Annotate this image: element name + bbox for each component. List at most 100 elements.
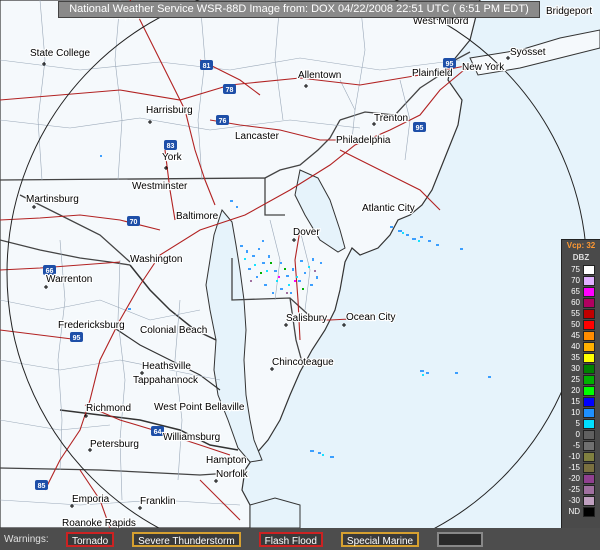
legend-level-label: -15 bbox=[568, 463, 580, 472]
svg-text:Warrenton: Warrenton bbox=[46, 274, 92, 285]
legend-level-label: -30 bbox=[568, 496, 580, 505]
legend-color-swatch bbox=[583, 341, 595, 352]
legend-level-label: 25 bbox=[571, 375, 580, 384]
legend-color-swatch bbox=[583, 451, 595, 462]
legend-color-swatch bbox=[583, 407, 595, 418]
svg-text:Norfolk: Norfolk bbox=[216, 469, 249, 480]
city-marker: Philadelphia bbox=[335, 134, 392, 147]
city-marker: Salisbury bbox=[285, 312, 328, 325]
legend-level: 65 bbox=[562, 286, 600, 297]
city-marker: Syosset bbox=[509, 46, 547, 59]
tornado-warning-button[interactable]: Tornado bbox=[66, 531, 115, 547]
svg-text:Lancaster: Lancaster bbox=[235, 131, 280, 142]
svg-text:Martinsburg: Martinsburg bbox=[26, 194, 79, 205]
city-marker: Trenton bbox=[373, 112, 409, 125]
svg-text:85: 85 bbox=[38, 483, 46, 490]
blank-warning-button[interactable] bbox=[437, 531, 484, 547]
legend-level-label: 40 bbox=[571, 342, 580, 351]
svg-text:Heathsville: Heathsville bbox=[142, 361, 191, 372]
legend-level: 5 bbox=[562, 418, 600, 429]
city-marker: Hampton bbox=[205, 454, 248, 467]
svg-text:Harrisburg: Harrisburg bbox=[146, 105, 193, 116]
legend-level: 45 bbox=[562, 330, 600, 341]
highway-shield: 78 bbox=[223, 84, 236, 94]
legend-level-label: 30 bbox=[571, 364, 580, 373]
legend-color-swatch bbox=[583, 297, 595, 308]
city-marker: Roanoke Rapids bbox=[61, 517, 137, 528]
legend-color-swatch bbox=[583, 264, 595, 275]
highway-shield: 95 bbox=[70, 332, 83, 342]
svg-text:Syosset: Syosset bbox=[510, 47, 546, 58]
city-marker: Plainfield bbox=[411, 67, 454, 80]
severe-thunderstorm-warning-button[interactable]: Severe Thunderstorm bbox=[132, 531, 241, 547]
city-marker: Emporia bbox=[71, 493, 111, 506]
city-marker: Norfolk bbox=[215, 468, 250, 481]
svg-text:95: 95 bbox=[416, 125, 424, 132]
legend-color-swatch bbox=[583, 429, 595, 440]
legend-color-swatch bbox=[583, 495, 595, 506]
city-marker: York bbox=[161, 151, 184, 164]
svg-text:Baltimore: Baltimore bbox=[176, 211, 219, 222]
legend-color-swatch bbox=[583, 385, 595, 396]
city-marker: Heathsville bbox=[141, 360, 193, 373]
legend-level: ND bbox=[562, 506, 600, 517]
svg-text:Dover: Dover bbox=[293, 227, 320, 238]
legend-level: 50 bbox=[562, 319, 600, 330]
svg-text:Ocean City: Ocean City bbox=[346, 312, 395, 323]
svg-text:Williamsburg: Williamsburg bbox=[163, 432, 220, 443]
svg-text:West Point: West Point bbox=[154, 402, 202, 413]
svg-text:Bellaville: Bellaville bbox=[205, 402, 245, 413]
legend-level: -10 bbox=[562, 451, 600, 462]
radar-viewer: 81 78 76 95 83 70 66 95 64 95 85 Black H… bbox=[0, 0, 600, 550]
legend-color-swatch bbox=[583, 286, 595, 297]
svg-text:York: York bbox=[162, 152, 183, 163]
highway-shield: 95 bbox=[413, 122, 426, 132]
svg-text:95: 95 bbox=[446, 61, 454, 68]
legend-level: 25 bbox=[562, 374, 600, 385]
svg-text:Plainfield: Plainfield bbox=[412, 68, 453, 79]
svg-text:Allentown: Allentown bbox=[298, 70, 341, 81]
legend-level-label: 60 bbox=[571, 298, 580, 307]
svg-text:70: 70 bbox=[130, 219, 138, 226]
legend-level: -15 bbox=[562, 462, 600, 473]
city-marker: Richmond bbox=[85, 402, 132, 415]
city-marker: Petersburg bbox=[89, 438, 140, 451]
legend-unit: DBZ bbox=[572, 253, 590, 262]
svg-text:76: 76 bbox=[219, 118, 227, 125]
legend-level-label: 20 bbox=[571, 386, 580, 395]
legend-level-label: 70 bbox=[571, 276, 580, 285]
legend-level: -30 bbox=[562, 495, 600, 506]
svg-text:Salisbury: Salisbury bbox=[286, 313, 327, 324]
svg-text:Bridgeport: Bridgeport bbox=[546, 6, 592, 17]
legend-level-label: 45 bbox=[571, 331, 580, 340]
legend-color-swatch bbox=[583, 330, 595, 341]
warnings-bar: Warnings: Tornado Severe Thunderstorm Fl… bbox=[0, 528, 600, 550]
legend-level-label: -10 bbox=[568, 452, 580, 461]
city-marker: Bridgeport bbox=[545, 5, 594, 18]
svg-text:Emporia: Emporia bbox=[72, 494, 110, 505]
legend-level-label: 55 bbox=[571, 309, 580, 318]
svg-text:Trenton: Trenton bbox=[374, 113, 408, 124]
legend-level: 40 bbox=[562, 341, 600, 352]
svg-text:Richmond: Richmond bbox=[86, 403, 131, 414]
radar-map[interactable]: 81 78 76 95 83 70 66 95 64 95 85 Black H… bbox=[0, 0, 600, 528]
legend-color-swatch bbox=[583, 473, 595, 484]
legend-level: 55 bbox=[562, 308, 600, 319]
legend-color-swatch bbox=[583, 319, 595, 330]
svg-text:83: 83 bbox=[167, 143, 175, 150]
flash-flood-warning-button[interactable]: Flash Flood bbox=[258, 531, 323, 547]
svg-text:Philadelphia: Philadelphia bbox=[336, 135, 391, 146]
svg-text:Hampton: Hampton bbox=[206, 455, 247, 466]
city-marker: Westminster bbox=[131, 180, 189, 193]
legend-color-swatch bbox=[583, 363, 595, 374]
city-marker: Warrenton bbox=[45, 273, 94, 286]
legend-level-label: 15 bbox=[571, 397, 580, 406]
highway-shield: 85 bbox=[35, 480, 48, 490]
legend-level-label: 10 bbox=[571, 408, 580, 417]
legend-level: 30 bbox=[562, 363, 600, 374]
special-marine-warning-button[interactable]: Special Marine bbox=[340, 531, 420, 547]
highway-shield: 81 bbox=[200, 60, 213, 70]
legend-color-swatch bbox=[583, 462, 595, 473]
svg-text:Franklin: Franklin bbox=[140, 496, 176, 507]
svg-text:Chincoteague: Chincoteague bbox=[272, 357, 334, 368]
